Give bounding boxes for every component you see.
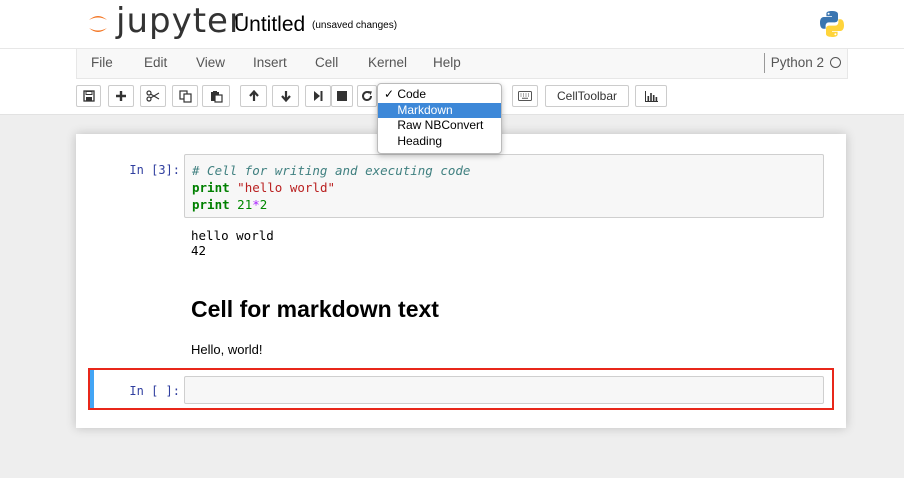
celltype-option-raw-nbconvert[interactable]: Raw NBConvert: [378, 118, 501, 134]
menu-file[interactable]: File: [91, 55, 113, 70]
arrow-up-icon: [248, 90, 259, 101]
empty-cell-prompt: In [ ]:: [129, 384, 180, 398]
menubar-container: File Edit View Insert Cell Kernel Help P…: [76, 49, 848, 79]
menu-help[interactable]: Help: [433, 55, 461, 70]
menu-kernel[interactable]: Kernel: [368, 55, 407, 70]
output-line: 42: [191, 243, 207, 258]
stop-icon: [337, 91, 347, 101]
restart-icon: [362, 91, 373, 102]
jupyter-logo-text: jupyter: [116, 1, 244, 41]
save-button[interactable]: [76, 85, 101, 107]
code-cell-prompt: In [3]:: [129, 163, 180, 177]
celltoolbar-label: CellToolbar: [556, 89, 618, 103]
celltoolbar-button[interactable]: CellToolbar: [545, 85, 629, 107]
python-logo-icon: [820, 11, 844, 37]
cut-button[interactable]: [140, 85, 166, 107]
bar-chart-icon: [644, 90, 658, 102]
menu-edit[interactable]: Edit: [144, 55, 167, 70]
code-line: print "hello world": [192, 180, 336, 195]
code-line: # Cell for writing and executing code: [192, 163, 471, 178]
edit-mode-indicator: [90, 370, 94, 408]
empty-cell-input[interactable]: [184, 376, 824, 404]
move-down-button[interactable]: [272, 85, 299, 107]
keyboard-icon: [518, 91, 532, 101]
header: jupyter Untitled (unsaved changes): [0, 0, 904, 48]
menu-cell[interactable]: Cell: [315, 55, 338, 70]
notebook-container: In [3]: # Cell for writing and executing…: [76, 134, 846, 428]
code-cell-input[interactable]: # Cell for writing and executing code pr…: [184, 154, 824, 218]
save-icon: [82, 90, 95, 102]
celltype-dropdown-menu[interactable]: ✓ Code Markdown Raw NBConvert Heading: [377, 83, 502, 154]
code-line: print 21*2: [192, 197, 268, 212]
command-palette-button[interactable]: [512, 85, 538, 107]
interrupt-button[interactable]: [331, 85, 353, 107]
step-forward-icon: [314, 91, 323, 101]
kernel-name: Python 2: [770, 55, 824, 70]
celltype-option-heading[interactable]: Heading: [378, 134, 501, 150]
celltype-option-markdown[interactable]: Markdown: [378, 102, 501, 118]
menu-view[interactable]: View: [196, 55, 225, 70]
markdown-heading: Cell for markdown text: [191, 296, 439, 322]
kernel-indicator: Python 2: [763, 53, 841, 73]
save-status: (unsaved changes): [312, 20, 398, 31]
move-up-button[interactable]: [240, 85, 267, 107]
scissors-icon: [146, 90, 160, 102]
celltype-option-code[interactable]: ✓ Code: [378, 87, 501, 103]
menu-insert[interactable]: Insert: [253, 55, 287, 70]
paste-button[interactable]: [202, 85, 230, 107]
kernel-idle-icon: [830, 57, 841, 68]
output-line: hello world: [191, 228, 274, 243]
code-cell-output: hello world 42: [191, 228, 274, 258]
jupyter-logo[interactable]: jupyter: [86, 1, 243, 41]
copy-icon: [178, 89, 192, 103]
arrow-down-icon: [280, 91, 291, 102]
jupyter-logo-icon: [89, 16, 107, 32]
paste-icon: [210, 90, 223, 103]
chart-button[interactable]: [635, 85, 667, 107]
notebook-title[interactable]: Untitled: [234, 13, 305, 37]
restart-kernel-button[interactable]: [357, 85, 377, 107]
checkmark-icon: ✓: [384, 87, 395, 101]
plus-icon: [116, 91, 126, 101]
markdown-paragraph: Hello, world!: [191, 342, 263, 357]
menubar: File Edit View Insert Cell Kernel Help P…: [0, 48, 904, 81]
copy-button[interactable]: [172, 85, 198, 107]
run-cell-button[interactable]: [305, 85, 331, 107]
insert-cell-button[interactable]: [108, 85, 134, 107]
